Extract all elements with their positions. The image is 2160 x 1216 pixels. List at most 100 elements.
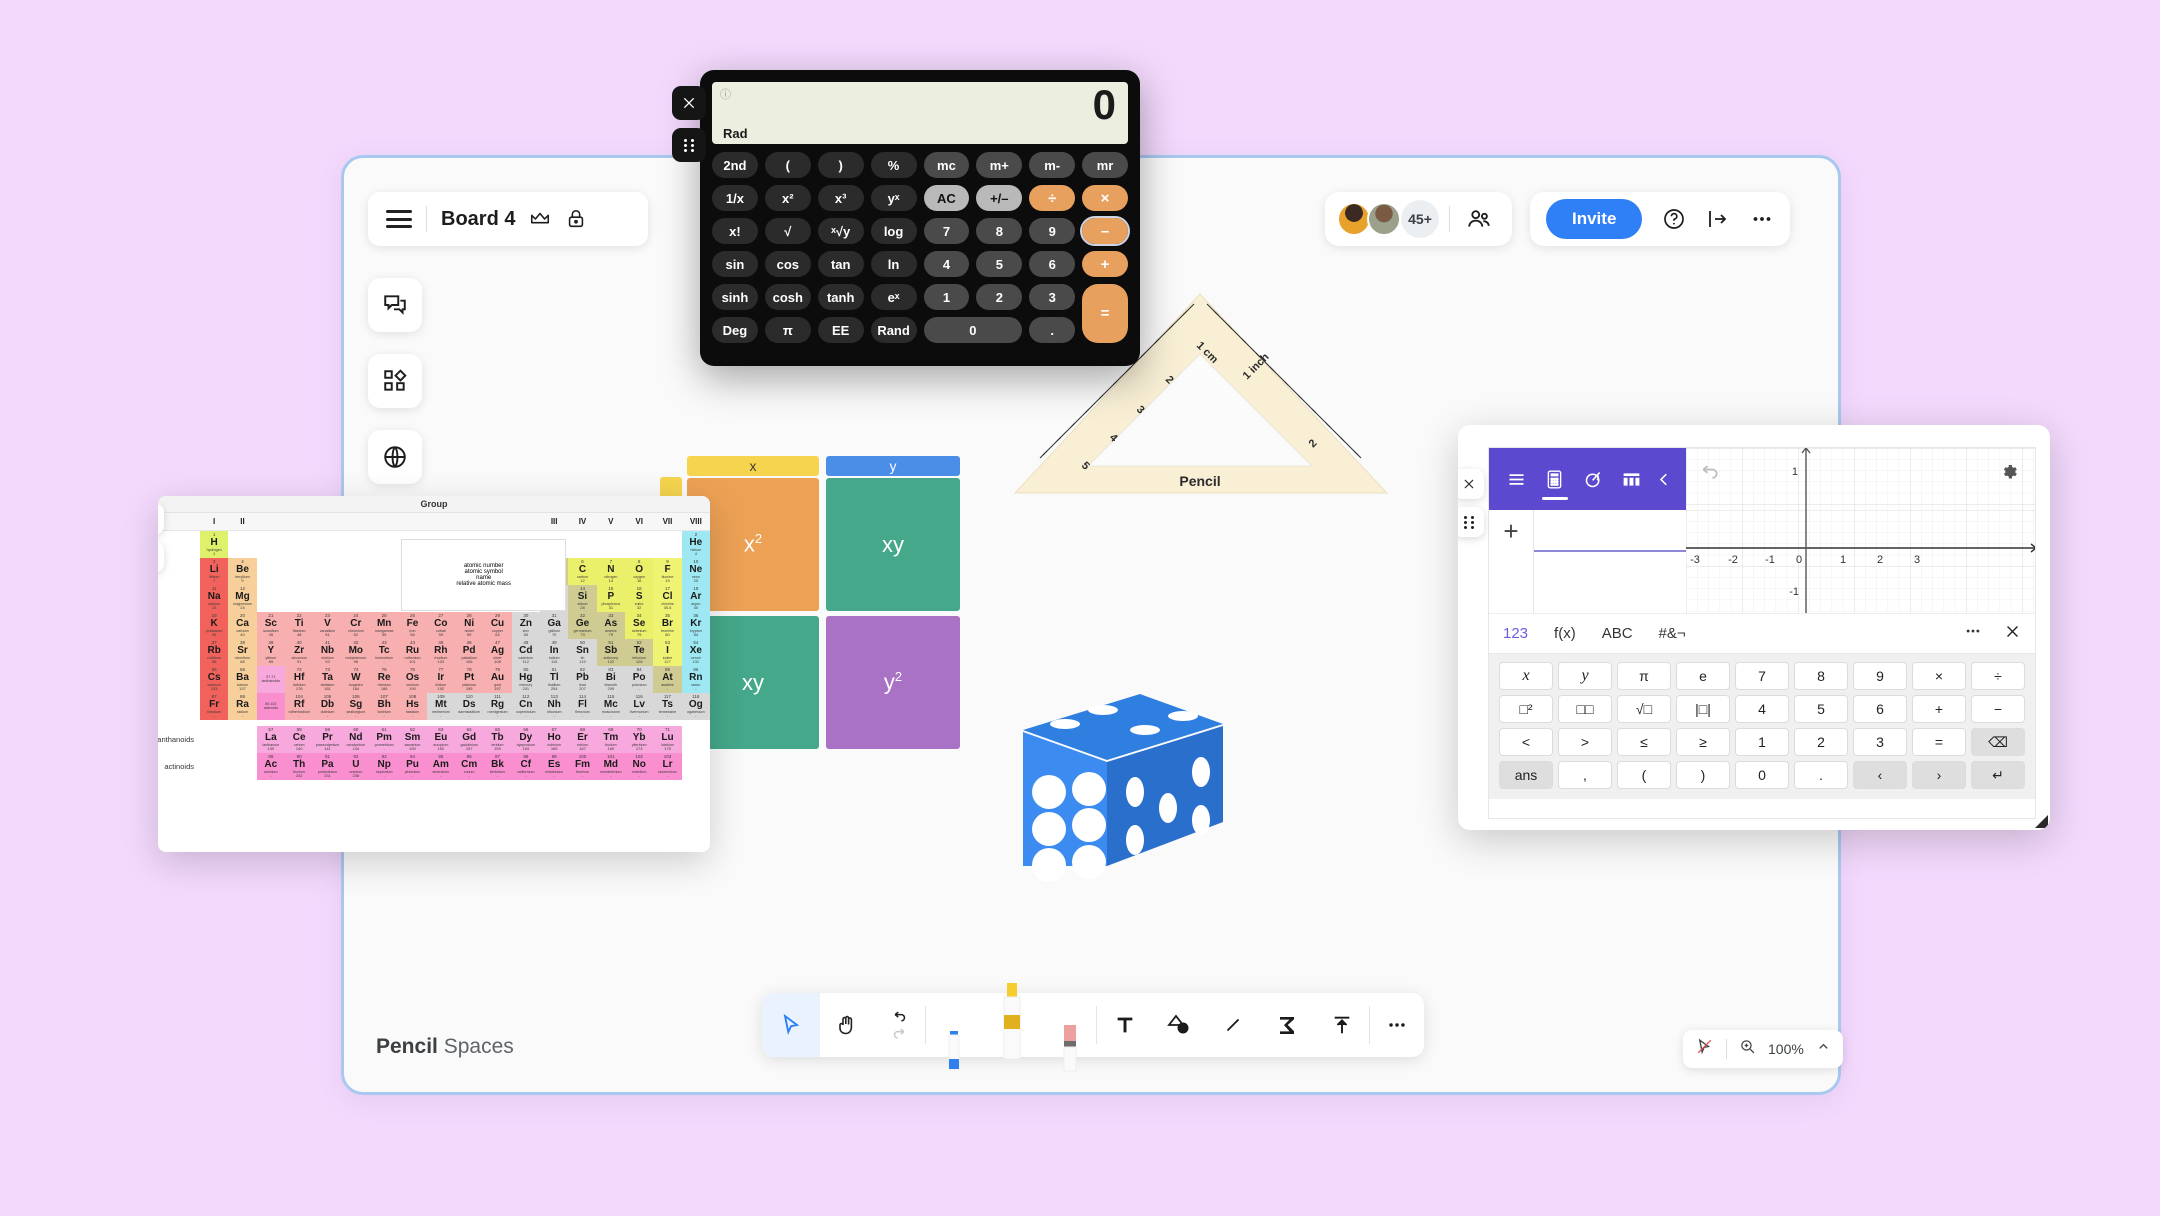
element-cell[interactable]: 6 Ccarbon 12 <box>568 558 597 585</box>
element-cell[interactable]: 71 Lu lutetium 175 <box>653 726 682 753</box>
help-circle-icon[interactable] <box>1662 207 1686 231</box>
calc-key-[interactable]: × <box>1082 185 1128 211</box>
graphing-calculator-drag-handle[interactable] <box>1458 507 1484 537</box>
gc-resize-handle[interactable] <box>2035 815 2048 828</box>
calc-key-mr[interactable]: mr <box>1082 152 1128 178</box>
gc-key-sym[interactable]: ⌫ <box>1971 728 2025 756</box>
periodic-table-close-button[interactable] <box>158 504 164 534</box>
gc-key-sym[interactable]: . <box>1794 761 1848 789</box>
element-cell[interactable]: 53 Iiodine 127 <box>653 639 682 666</box>
calc-key-ln[interactable]: ln <box>870 251 917 277</box>
element-range-cell[interactable]: 57-71 lanthanoids <box>256 666 285 693</box>
gc-key-3[interactable]: 3 <box>1853 728 1907 756</box>
element-cell[interactable]: 102 No nobelium - <box>625 753 654 780</box>
calc-key-[interactable]: π <box>764 317 811 343</box>
element-cell[interactable]: 51 Sb antimony 122 <box>596 639 625 666</box>
element-cell[interactable]: 95 Am americium - <box>426 753 455 780</box>
element-cell[interactable]: 97 Bk berkelium - <box>483 753 512 780</box>
tool-shapes[interactable] <box>1152 993 1206 1057</box>
element-cell[interactable]: 90 Th thorium 232 <box>285 753 314 780</box>
element-cell[interactable]: 62 Sm samarium 150 <box>398 726 427 753</box>
element-cell[interactable]: 91 Pa protactinium 231 <box>313 753 342 780</box>
element-cell[interactable]: 40 Zr zirconium 91 <box>285 639 314 666</box>
calc-key-sin[interactable]: sin <box>712 251 758 277</box>
element-cell[interactable]: 8 Ooxygen 16 <box>625 558 654 585</box>
zoom-in-icon[interactable] <box>1739 1038 1756 1060</box>
calc-key-[interactable]: = <box>1082 284 1128 343</box>
element-cell[interactable]: 80 Hg mercury 201 <box>511 666 540 693</box>
element-cell[interactable]: 17 Cl chlorine 35.5 <box>653 585 682 612</box>
calc-key-[interactable]: % <box>870 152 917 178</box>
element-cell[interactable]: 99 Es einsteinium - <box>540 753 569 780</box>
tool-more[interactable] <box>1370 993 1424 1057</box>
element-cell[interactable]: 22 Ti titanium 48 <box>285 612 314 639</box>
element-cell[interactable]: 56 Ba barium 137 <box>228 666 257 693</box>
calc-key-x[interactable]: x² <box>764 185 811 211</box>
calc-key-EE[interactable]: EE <box>817 317 864 343</box>
element-cell[interactable]: 26 Fe iron 56 <box>398 612 427 639</box>
element-cell[interactable]: 45 Rh rhodium 103 <box>426 639 455 666</box>
element-cell[interactable]: 44 Ru ruthenium 101 <box>398 639 427 666</box>
element-cell[interactable]: 64 Gd gadolinium 157 <box>455 726 484 753</box>
element-cell[interactable]: 82 Pb lead 207 <box>568 666 597 693</box>
element-cell[interactable]: 39 Yyttrium 89 <box>256 639 285 666</box>
element-cell[interactable]: 110 Ds darmstadtium - <box>455 693 484 720</box>
element-cell[interactable]: 87 Fr francium - <box>200 693 229 720</box>
element-cell[interactable]: 3 Li lithium 7 <box>200 558 229 585</box>
element-cell[interactable]: 24 Cr chromium 52 <box>341 612 370 639</box>
calc-key-4[interactable]: 4 <box>923 251 970 277</box>
element-cell[interactable]: 85 At astatine - <box>653 666 682 693</box>
element-cell[interactable]: 54 Xe xenon 131 <box>681 639 710 666</box>
element-cell[interactable]: 38 Sr strontium 88 <box>228 639 257 666</box>
element-cell[interactable]: 18 Ar argon 40 <box>681 585 710 612</box>
element-cell[interactable]: 27 Co cobalt 59 <box>426 612 455 639</box>
element-cell[interactable]: 10 Ne neon 20 <box>681 558 710 585</box>
element-cell[interactable]: 15 Pphosphorus 31 <box>596 585 625 612</box>
gc-key-sym[interactable]: ≤ <box>1617 728 1671 756</box>
element-cell[interactable]: 81 Tl thallium 204 <box>540 666 569 693</box>
gc-key-sym[interactable]: × <box>1912 662 1966 690</box>
element-cell[interactable]: 89 Ac actinium - <box>256 753 285 780</box>
element-cell[interactable]: 41 Nb niobium 93 <box>313 639 342 666</box>
element-cell[interactable]: 29 Cu copper 64 <box>483 612 512 639</box>
element-cell[interactable]: 77 Ir iridium 192 <box>426 666 455 693</box>
tool-equation[interactable] <box>1260 993 1314 1057</box>
element-cell[interactable]: 31 Ga gallium 70 <box>540 612 569 639</box>
gc-mode-123[interactable]: 123 <box>1503 625 1528 642</box>
element-cell[interactable]: 12 Mg magnesium 24 <box>228 585 257 612</box>
calc-key-[interactable]: ( <box>764 152 811 178</box>
gc-tab-calculator[interactable] <box>1536 448 1575 510</box>
element-cell[interactable]: 2 He helium 4 <box>681 531 710 558</box>
gc-key-5[interactable]: 5 <box>1794 695 1848 723</box>
element-cell[interactable]: 88 Ra radium - <box>228 693 257 720</box>
element-cell[interactable]: 69 Tm thulium 169 <box>596 726 625 753</box>
gc-key-sym[interactable]: > <box>1558 728 1612 756</box>
element-cell[interactable]: 93 Np neptunium - <box>370 753 399 780</box>
invite-button[interactable]: Invite <box>1546 199 1643 239</box>
gc-tab-geometry[interactable] <box>1574 448 1613 510</box>
gc-key-sym[interactable]: ) <box>1676 761 1730 789</box>
gc-add-expression-button[interactable]: + <box>1489 510 1534 613</box>
gc-key-8[interactable]: 8 <box>1794 662 1848 690</box>
element-cell[interactable]: 72 Hf hafnium 178 <box>285 666 314 693</box>
calc-key-6[interactable]: 6 <box>1029 251 1076 277</box>
calc-key-[interactable]: ) <box>817 152 864 178</box>
element-cell[interactable]: 43 Tc technetium - <box>370 639 399 666</box>
gc-expression-input[interactable] <box>1534 514 1686 552</box>
element-cell[interactable]: 104 Rf rutherfordium - <box>285 693 314 720</box>
element-cell[interactable]: 106 Sg seaborgium - <box>341 693 370 720</box>
gc-key-1[interactable]: 1 <box>1735 728 1789 756</box>
participant-count[interactable]: 45+ <box>1401 200 1439 238</box>
scientific-calculator-window[interactable]: ⓘ 0 Rad 2nd()% mc m+ m-mr 1/x x² x³ yˣ AC +/– ÷ × x!… <box>672 70 1140 366</box>
calc-key-x[interactable]: x! <box>712 218 758 244</box>
gc-key-4[interactable]: 4 <box>1735 695 1789 723</box>
element-cell[interactable]: 73 Ta tantalum 181 <box>313 666 342 693</box>
calc-key-x[interactable]: x³ <box>817 185 864 211</box>
laser-pointer-off-icon[interactable] <box>1695 1037 1714 1061</box>
element-cell[interactable]: 23 Vvanadium 51 <box>313 612 342 639</box>
element-cell[interactable]: 49 In indium 115 <box>540 639 569 666</box>
sticky-header-x[interactable]: x <box>687 456 819 476</box>
element-cell[interactable]: 32 Ge germanium 73 <box>568 612 597 639</box>
calc-key-3[interactable]: 3 <box>1029 284 1076 310</box>
element-cell[interactable]: 92 Uuranium 238 <box>341 753 370 780</box>
